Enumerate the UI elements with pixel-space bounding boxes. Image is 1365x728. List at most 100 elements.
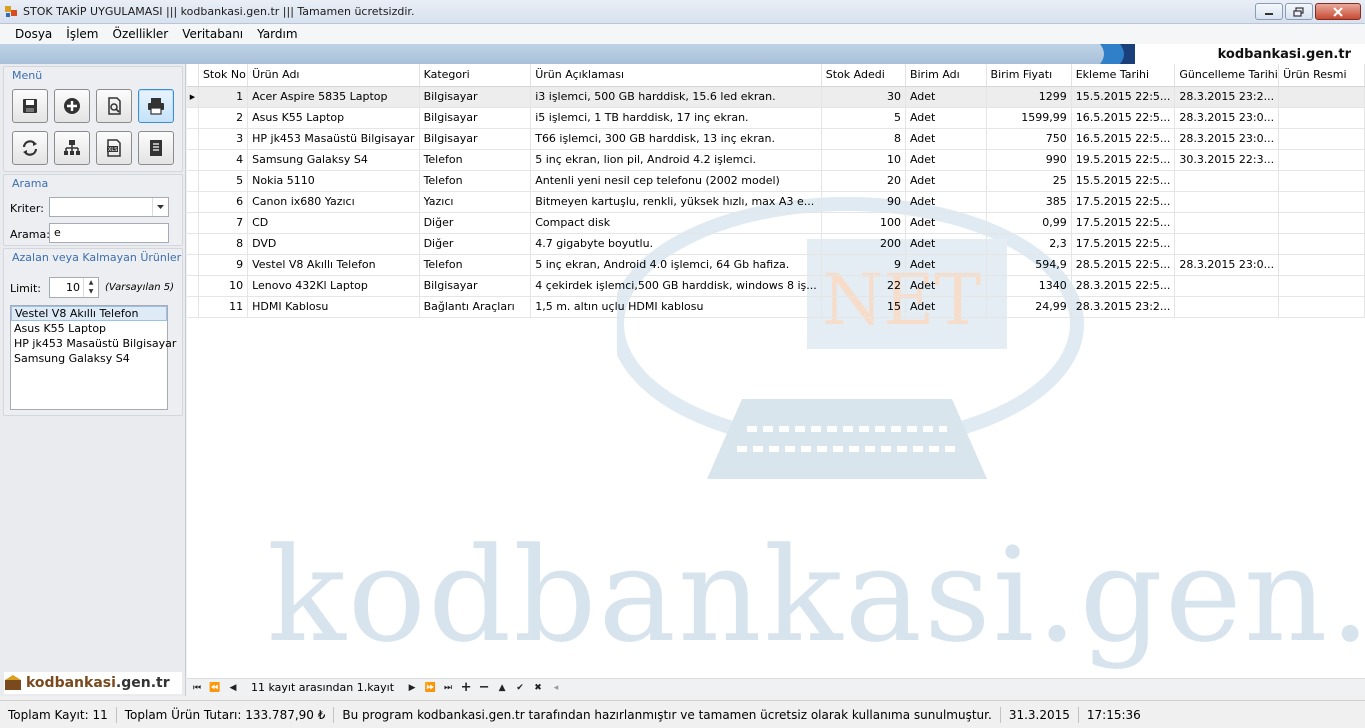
column-header[interactable]: Birim Fiyatı — [986, 64, 1072, 87]
table-cell[interactable]: Adet — [905, 170, 987, 192]
table-cell[interactable]: Adet — [905, 149, 987, 171]
table-cell[interactable]: Lenovo 432Kl Laptop — [247, 275, 420, 297]
table-cell[interactable]: 4 çekirdek işlemci,500 GB harddisk, wind… — [530, 275, 822, 297]
report-button[interactable] — [138, 131, 174, 165]
table-cell[interactable]: Adet — [905, 128, 987, 150]
table-cell[interactable] — [1278, 191, 1365, 213]
table-row[interactable]: 2 Asus K55 Laptop Bilgisayar i5 işlemci, 1 … — [187, 107, 1365, 129]
table-cell[interactable]: Bilgisayar — [419, 86, 532, 108]
table-cell[interactable]: 28.3.2015 23:2... — [1174, 86, 1280, 108]
row-selector[interactable] — [187, 149, 199, 171]
table-cell[interactable] — [1278, 128, 1365, 150]
row-selector[interactable] — [187, 191, 199, 213]
table-cell[interactable]: HP jk453 Masaüstü Bilgisayar — [247, 128, 420, 150]
table-cell[interactable]: 2,3 — [986, 233, 1072, 255]
table-row[interactable]: 3 HP jk453 Masaüstü Bilgisayar Bilgisayar T… — [187, 128, 1365, 150]
stepper-up-icon[interactable]: ▲ — [84, 278, 98, 287]
table-cell[interactable] — [1278, 275, 1365, 297]
table-cell[interactable]: 3 — [198, 128, 249, 150]
table-cell[interactable]: 20 — [821, 170, 906, 192]
table-cell[interactable]: 24,99 — [986, 296, 1072, 318]
table-row[interactable]: 8 DVD Diğer 4.7 gigabyte boyutlu. 200 Adet 2,3… — [187, 233, 1365, 255]
maximize-button[interactable] — [1285, 3, 1313, 20]
table-cell[interactable]: 8 — [198, 233, 249, 255]
table-cell[interactable] — [1278, 86, 1365, 108]
table-cell[interactable]: 11 — [198, 296, 249, 318]
search-input[interactable]: e — [49, 223, 169, 243]
row-selector[interactable] — [187, 233, 199, 255]
table-cell[interactable]: T66 işlemci, 300 GB harddisk, 13 inç ekr… — [530, 128, 822, 150]
table-cell[interactable]: 5 — [821, 107, 906, 129]
table-cell[interactable]: Bitmeyen kartuşlu, renkli, yüksek hızlı,… — [530, 191, 822, 213]
first-page-icon[interactable]: ⏮ — [191, 683, 203, 693]
list-item[interactable]: HP jk453 Masaüstü Bilgisayar — [11, 336, 176, 351]
table-cell[interactable]: 5 inç ekran, Android 4.0 işlemci, 64 Gb … — [530, 254, 822, 276]
column-header[interactable]: Güncelleme Tarihi — [1174, 64, 1280, 87]
table-cell[interactable]: Adet — [905, 86, 987, 108]
table-cell[interactable]: 200 — [821, 233, 906, 255]
table-cell[interactable]: 4 — [198, 149, 249, 171]
table-cell[interactable]: 1,5 m. altın uçlu HDMI kablosu — [530, 296, 822, 318]
table-cell[interactable]: Adet — [905, 275, 987, 297]
column-header[interactable]: Birim Adı — [905, 64, 987, 87]
list-item[interactable]: Vestel V8 Akıllı Telefon — [11, 306, 167, 321]
table-cell[interactable]: Yazıcı — [419, 191, 532, 213]
table-cell[interactable]: 10 — [198, 275, 249, 297]
menu-veritabani[interactable]: Veritabanı — [175, 27, 250, 41]
table-cell[interactable]: 19.5.2015 22:5... — [1071, 149, 1176, 171]
table-cell[interactable]: 5 inç ekran, lion pil, Android 4.2 işlem… — [530, 149, 822, 171]
table-cell[interactable]: 2 — [198, 107, 249, 129]
table-cell[interactable]: 16.5.2015 22:5... — [1071, 128, 1176, 150]
table-cell[interactable] — [1278, 170, 1365, 192]
list-item[interactable]: Samsung Galaksy S4 — [11, 351, 167, 366]
column-header[interactable]: Ürün Adı — [247, 64, 420, 87]
table-cell[interactable]: 28.3.2015 23:0... — [1174, 254, 1280, 276]
append-icon[interactable]: + — [460, 680, 472, 695]
table-cell[interactable] — [1278, 296, 1365, 318]
cancel-icon[interactable]: ✖ — [532, 683, 544, 693]
table-cell[interactable]: Telefon — [419, 170, 532, 192]
print-button[interactable] — [138, 89, 174, 123]
close-button[interactable] — [1315, 3, 1361, 20]
table-cell[interactable]: Compact disk — [530, 212, 822, 234]
table-cell[interactable]: 7 — [198, 212, 249, 234]
table-cell[interactable]: Canon ix680 Yazıcı — [247, 191, 420, 213]
table-cell[interactable]: Diğer — [419, 233, 532, 255]
table-cell[interactable]: 1340 — [986, 275, 1072, 297]
table-row[interactable]: 11 HDMI Kablosu Bağlantı Araçları 1,5 m. al… — [187, 296, 1365, 318]
table-cell[interactable]: 22 — [821, 275, 906, 297]
table-cell[interactable]: Adet — [905, 233, 987, 255]
table-cell[interactable]: 100 — [821, 212, 906, 234]
table-cell[interactable]: 28.3.2015 23:0... — [1174, 128, 1280, 150]
row-selector[interactable] — [187, 275, 199, 297]
table-cell[interactable]: 17.5.2015 22:5... — [1071, 233, 1176, 255]
table-cell[interactable] — [1174, 275, 1280, 297]
table-cell[interactable]: HDMI Kablosu — [247, 296, 420, 318]
network-button[interactable] — [54, 131, 90, 165]
table-cell[interactable]: 0,99 — [986, 212, 1072, 234]
table-cell[interactable] — [1278, 254, 1365, 276]
menu-yardim[interactable]: Yardım — [250, 27, 304, 41]
table-cell[interactable]: 5 — [198, 170, 249, 192]
table-cell[interactable]: Adet — [905, 254, 987, 276]
table-row[interactable]: ▶ 1 Acer Aspire 5835 Laptop Bilgisayar i3 iş… — [187, 86, 1365, 108]
table-cell[interactable]: Diğer — [419, 212, 532, 234]
menu-ozellikler[interactable]: Özellikler — [106, 27, 176, 41]
column-header[interactable]: Kategori — [419, 64, 532, 87]
add-button[interactable] — [54, 89, 90, 123]
filter-icon[interactable]: ◂ — [550, 683, 562, 693]
save-button[interactable] — [12, 89, 48, 123]
menu-dosya[interactable]: Dosya — [8, 27, 59, 41]
table-row[interactable]: 7 CD Diğer Compact disk 100 Adet 0,99 17.5.2015… — [187, 212, 1365, 234]
table-cell[interactable]: 30.3.2015 22:3... — [1174, 149, 1280, 171]
row-selector[interactable] — [187, 212, 199, 234]
last-page-icon[interactable]: ⏭ — [442, 683, 454, 693]
table-cell[interactable]: Bilgisayar — [419, 107, 532, 129]
table-cell[interactable] — [1174, 170, 1280, 192]
menu-islem[interactable]: İşlem — [59, 27, 105, 41]
table-row[interactable]: 6 Canon ix680 Yazıcı Yazıcı Bitmeyen kartuş… — [187, 191, 1365, 213]
refresh-button[interactable] — [12, 131, 48, 165]
stepper-down-icon[interactable]: ▼ — [84, 287, 98, 296]
prev-page-icon[interactable]: ⏪ — [209, 683, 221, 693]
table-cell[interactable]: 385 — [986, 191, 1072, 213]
